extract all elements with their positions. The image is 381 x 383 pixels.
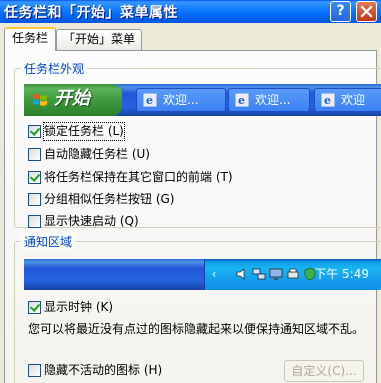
svg-text:e: e — [324, 94, 331, 107]
ie-icon: e — [143, 93, 157, 107]
windows-logo-icon — [33, 94, 47, 106]
help-button[interactable]: ? — [330, 1, 351, 22]
auto-hide-label: 自动隐藏任务栏 (U) — [44, 147, 150, 161]
monitor-icon — [269, 268, 283, 280]
chevron-left-icon: ‹ — [211, 267, 217, 281]
network-icon — [252, 268, 266, 280]
ie-icon: e — [235, 93, 249, 107]
taskbar-preview: 开始 e 欢迎... e 欢迎... e 欢迎 — [24, 84, 381, 116]
start-label: 开始 — [54, 88, 90, 109]
taskbar-appearance-title: 任务栏外观 — [21, 60, 88, 77]
show-clock-label: 显示时钟 (K) — [44, 300, 114, 314]
task-button-preview: e 欢迎... — [136, 88, 226, 112]
start-button-preview: 开始 — [24, 84, 122, 116]
lock-taskbar-checkbox[interactable] — [28, 125, 41, 138]
speaker-icon — [236, 268, 245, 280]
task-label: 欢迎... — [163, 93, 199, 107]
close-icon — [360, 5, 373, 18]
system-tray-preview: ‹ 下午 5:49 — [204, 259, 381, 290]
quick-launch-label: 显示快速启动 (Q) — [44, 214, 139, 228]
show-clock-checkbox[interactable] — [28, 301, 41, 314]
notification-description: 您可以将最近没有点过的图标隐藏起来以便保持通知区域不乱。 — [28, 322, 365, 336]
printer-icon — [287, 268, 299, 279]
tab-taskbar[interactable]: 任务栏 — [4, 27, 56, 51]
group-buttons-checkbox[interactable] — [28, 193, 41, 206]
group-buttons-label: 分组相似任务栏按钮 (G) — [44, 192, 175, 206]
customize-button[interactable]: 自定义(C)... — [284, 360, 364, 382]
svg-text:e: e — [238, 94, 245, 107]
notification-area-preview: ‹ 下午 5:49 — [24, 259, 381, 290]
lock-taskbar-label: 锁定任务栏 (L) — [43, 122, 125, 141]
auto-hide-checkbox[interactable] — [28, 148, 41, 161]
hide-inactive-label: 隐藏不活动的图标 (H) — [44, 363, 163, 377]
task-button-preview: e 欢迎 — [314, 88, 381, 112]
taskbar-properties-window: 任务栏和「开始」菜单属性 ? 任务栏 「开始」菜单 任务栏外观 通知区域 开始 … — [0, 0, 381, 383]
task-button-preview: e 欢迎... — [228, 88, 310, 112]
keep-on-top-checkbox[interactable] — [28, 171, 41, 184]
tab-start-menu[interactable]: 「开始」菜单 — [56, 29, 142, 50]
svg-text:e: e — [146, 94, 153, 107]
keep-on-top-label: 将任务栏保持在其它窗口的前端 (T) — [44, 170, 233, 184]
task-label: 欢迎 — [341, 93, 366, 107]
ie-icon: e — [321, 93, 335, 107]
title-bar[interactable]: 任务栏和「开始」菜单属性 ? — [0, 0, 381, 23]
quick-launch-checkbox[interactable] — [28, 215, 41, 228]
notification-area-title: 通知区域 — [21, 233, 76, 250]
clock-time: 下午 5:49 — [314, 267, 369, 281]
task-label: 欢迎... — [255, 93, 291, 107]
close-button[interactable] — [356, 1, 377, 22]
window-title: 任务栏和「开始」菜单属性 — [4, 5, 178, 21]
hide-inactive-checkbox[interactable] — [28, 364, 41, 377]
